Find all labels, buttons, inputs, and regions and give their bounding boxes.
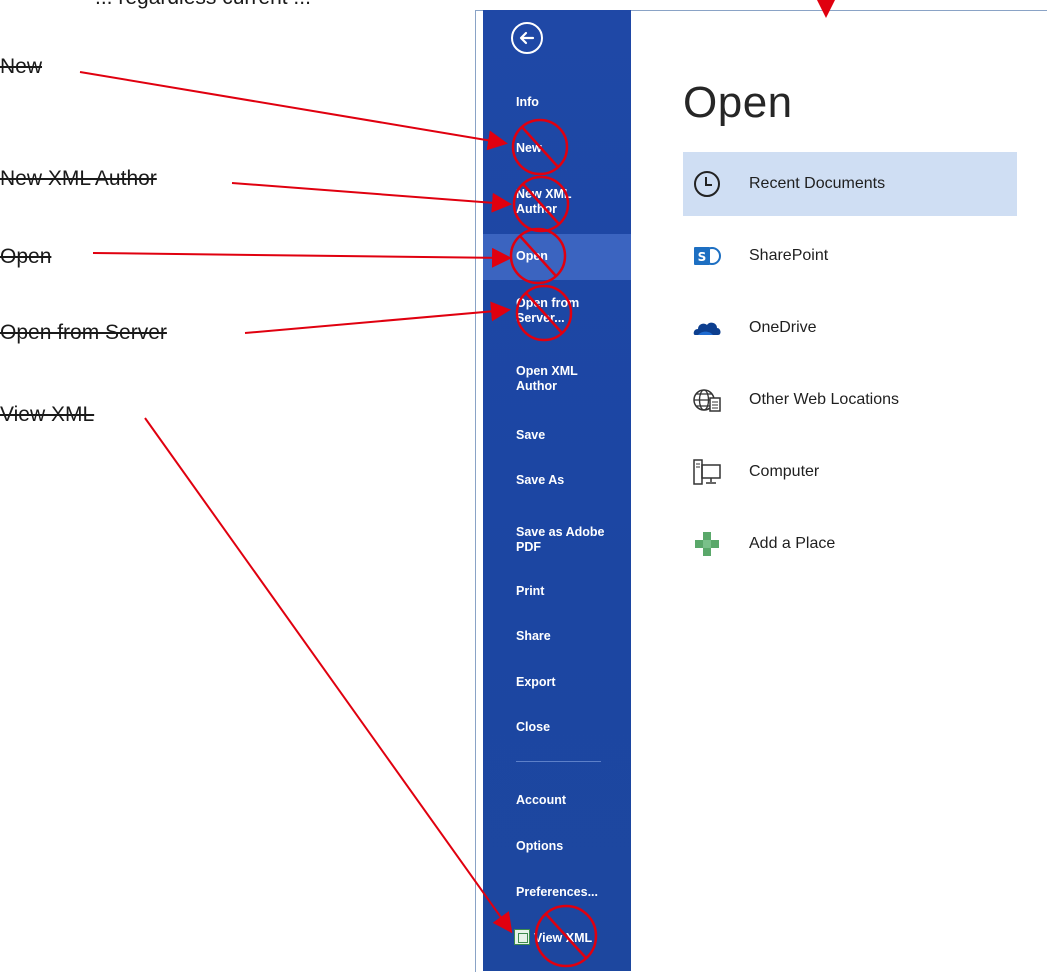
nav-item-account[interactable]: Account [483, 793, 631, 808]
nav-item-close[interactable]: Close [483, 720, 631, 735]
annotation-label-open: Open [0, 245, 52, 268]
xml-file-icon [514, 929, 530, 945]
location-label: SharePoint [749, 247, 829, 264]
annotation-label-view-xml: View XML [0, 403, 95, 426]
arrow-open-from-server [244, 301, 511, 334]
arrow-new [79, 71, 508, 151]
nav-item-open-xml-author[interactable]: Open XML Author [483, 364, 631, 394]
location-add-a-place[interactable]: Add a Place [683, 512, 1017, 576]
nav-item-print[interactable]: Print [483, 584, 631, 599]
location-recent-documents[interactable]: Recent Documents [683, 152, 1017, 216]
page-title: Open [683, 78, 793, 127]
sharepoint-icon: S [694, 247, 721, 265]
nav-item-new[interactable]: New [483, 141, 631, 156]
nav-item-save[interactable]: Save [483, 428, 631, 443]
svg-text:S: S [698, 250, 707, 264]
plus-icon [695, 532, 719, 556]
arrow-new-xml-author [231, 182, 512, 213]
top-cutoff-text: ... regardless current ... [95, 0, 311, 10]
nav-item-open-from-server[interactable]: Open from Server... [483, 296, 631, 326]
nav-item-export[interactable]: Export [483, 675, 631, 690]
location-sharepoint[interactable]: S SharePoint [683, 224, 1017, 288]
computer-icon [693, 459, 721, 485]
nav-separator [516, 761, 601, 762]
nav-item-new-xml-author[interactable]: New XML Author [483, 187, 631, 217]
clock-icon [694, 171, 720, 197]
nav-item-info[interactable]: Info [483, 95, 631, 110]
location-computer[interactable]: Computer [683, 440, 1017, 504]
arrow-view-xml [144, 417, 513, 934]
location-label: Computer [749, 463, 820, 480]
annotation-label-new-xml-author: New XML Author [0, 167, 157, 190]
location-label: OneDrive [749, 319, 817, 336]
back-arrow-icon [519, 31, 535, 45]
backstage-sidebar: Info New New XML Author Open Open from S… [483, 10, 631, 971]
nav-item-open[interactable]: Open [483, 234, 631, 280]
location-label: Other Web Locations [749, 391, 900, 408]
arrow-open [92, 247, 512, 268]
nav-item-save-as-adobe-pdf[interactable]: Save as Adobe PDF [483, 525, 631, 555]
nav-item-save-as[interactable]: Save As [483, 473, 631, 488]
location-onedrive[interactable]: OneDrive [683, 296, 1017, 360]
nav-item-share[interactable]: Share [483, 629, 631, 644]
location-label: Recent Documents [749, 175, 886, 192]
nav-item-view-xml[interactable]: View XML [483, 929, 631, 946]
annotation-label-open-from-server: Open from Server [0, 321, 167, 344]
cloud-icon [693, 322, 721, 335]
annotation-label-new: New [0, 55, 43, 78]
globe-icon [693, 389, 721, 412]
back-button[interactable] [511, 22, 543, 54]
nav-item-view-xml-label: View XML [534, 931, 593, 945]
location-other-web-locations[interactable]: Other Web Locations [683, 368, 1017, 432]
location-label: Add a Place [749, 535, 836, 552]
nav-item-preferences[interactable]: Preferences... [483, 885, 631, 900]
nav-item-options[interactable]: Options [483, 839, 631, 854]
